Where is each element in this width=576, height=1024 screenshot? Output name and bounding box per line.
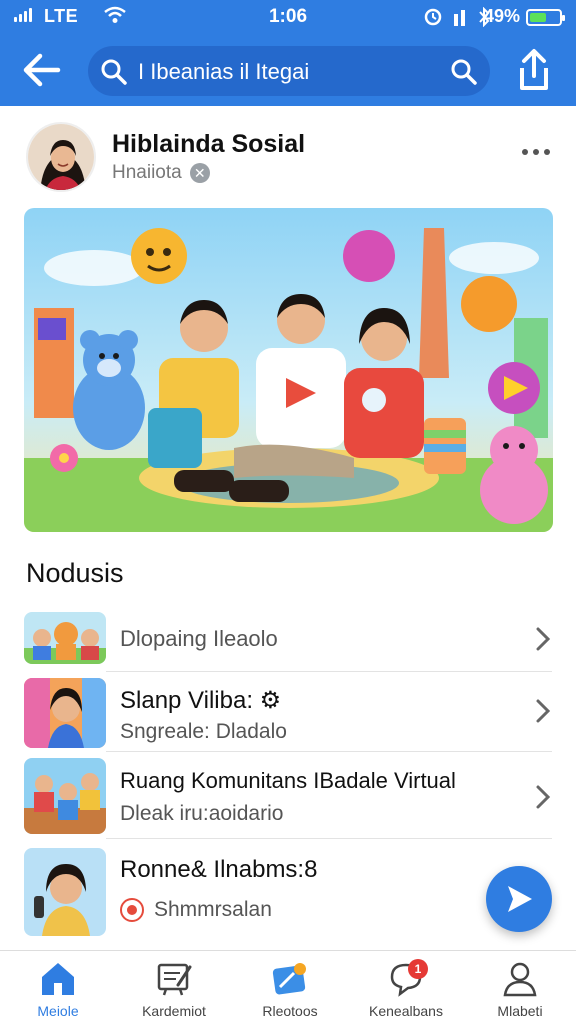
data-arrows-icon [454, 10, 465, 26]
chevron-right-icon [536, 785, 551, 809]
more-options-icon[interactable] [522, 146, 552, 158]
media-icon [272, 963, 306, 995]
divider [106, 838, 552, 839]
chevron-right-icon [536, 699, 551, 723]
hero-illustration[interactable] [24, 208, 553, 532]
red-logo-icon [120, 898, 144, 922]
profile-name: Hiblainda Sosial [112, 130, 306, 158]
chat-icon-wrap: 1 [386, 959, 428, 997]
profile-subtitle: Hnaiiota [112, 162, 182, 183]
divider [106, 751, 552, 752]
list-item-title: Ruang Komunitans IBadale Virtual [120, 768, 456, 793]
home-icon [42, 963, 74, 995]
send-icon [508, 886, 532, 912]
battery-icon [526, 9, 565, 26]
list-item-thumbnail [24, 758, 106, 834]
tab-label: Meiole [37, 1003, 79, 1019]
chevron-right-icon [536, 627, 551, 651]
search-bar[interactable]: I Ibeanias il Itegai [88, 46, 490, 96]
alarm-icon [424, 8, 442, 26]
list-item[interactable]: Slanp Viliba: ⚙ Sngreale: Dladalo [0, 678, 576, 750]
send-fab-button[interactable] [486, 866, 552, 932]
tab-home[interactable]: Meiole [8, 959, 108, 1021]
nav-row: I Ibeanias il Itegai [0, 40, 576, 102]
list-item-thumbnail [24, 678, 106, 748]
tab-profile[interactable]: Mlabeti [470, 959, 570, 1021]
share-icon[interactable] [514, 48, 554, 92]
profile-subtitle-row: Hnaiiota ✕ [112, 162, 210, 184]
search-submit-icon[interactable] [450, 58, 478, 86]
list-item-thumbnail [24, 848, 106, 936]
bottom-tab-bar: Meiole Kardemiot Rleotoos 1 Kenealbans M… [0, 950, 576, 1024]
close-badge-icon[interactable]: ✕ [189, 163, 210, 183]
notification-badge: 1 [408, 959, 428, 979]
list-item[interactable]: Dlopaing Ileaolo [0, 612, 576, 670]
section-title: Nodusis [26, 558, 124, 588]
list-item-title: Slanp Viliba: ⚙ [120, 687, 282, 714]
profile-icon [503, 962, 537, 997]
back-arrow-icon[interactable] [20, 50, 64, 90]
tab-label: Kardemiot [142, 1003, 206, 1019]
avatar[interactable] [26, 122, 96, 192]
tab-label: Rleotoos [262, 1003, 318, 1019]
profile-header: Hiblainda Sosial Hnaiiota ✕ [0, 118, 576, 198]
tab-chat[interactable]: 1 Kenealbans [356, 959, 456, 1021]
list-item-thumbnail [24, 612, 106, 664]
list-item-subtitle: Dleak iru:aoidario [120, 802, 284, 825]
list-item-title: Dlopaing Ileaolo [120, 626, 278, 651]
status-bar: LTE 1:06 49% [0, 0, 576, 34]
tab-label: Kenealbans [369, 1003, 443, 1019]
tab-media[interactable]: Rleotoos [240, 959, 340, 1021]
top-app-bar: LTE 1:06 49% I Ibeanias il Itegai [0, 0, 576, 106]
tab-board[interactable]: Kardemiot [124, 959, 224, 1021]
search-query: I Ibeanias il Itegai [138, 59, 310, 84]
list-item-subtitle: Shmmrsalan [154, 898, 272, 921]
list-item[interactable]: Ruang Komunitans IBadale Virtual Dleak i… [0, 758, 576, 834]
search-icon [101, 59, 127, 85]
divider [106, 671, 552, 672]
tab-label: Mlabeti [497, 1003, 543, 1019]
list-item-title: Ronne& Ilnabms:8 [120, 856, 318, 883]
battery-percent: 49% [483, 6, 520, 26]
edit-board-icon [157, 963, 192, 996]
list-item-subtitle: Sngreale: Dladalo [120, 720, 287, 743]
